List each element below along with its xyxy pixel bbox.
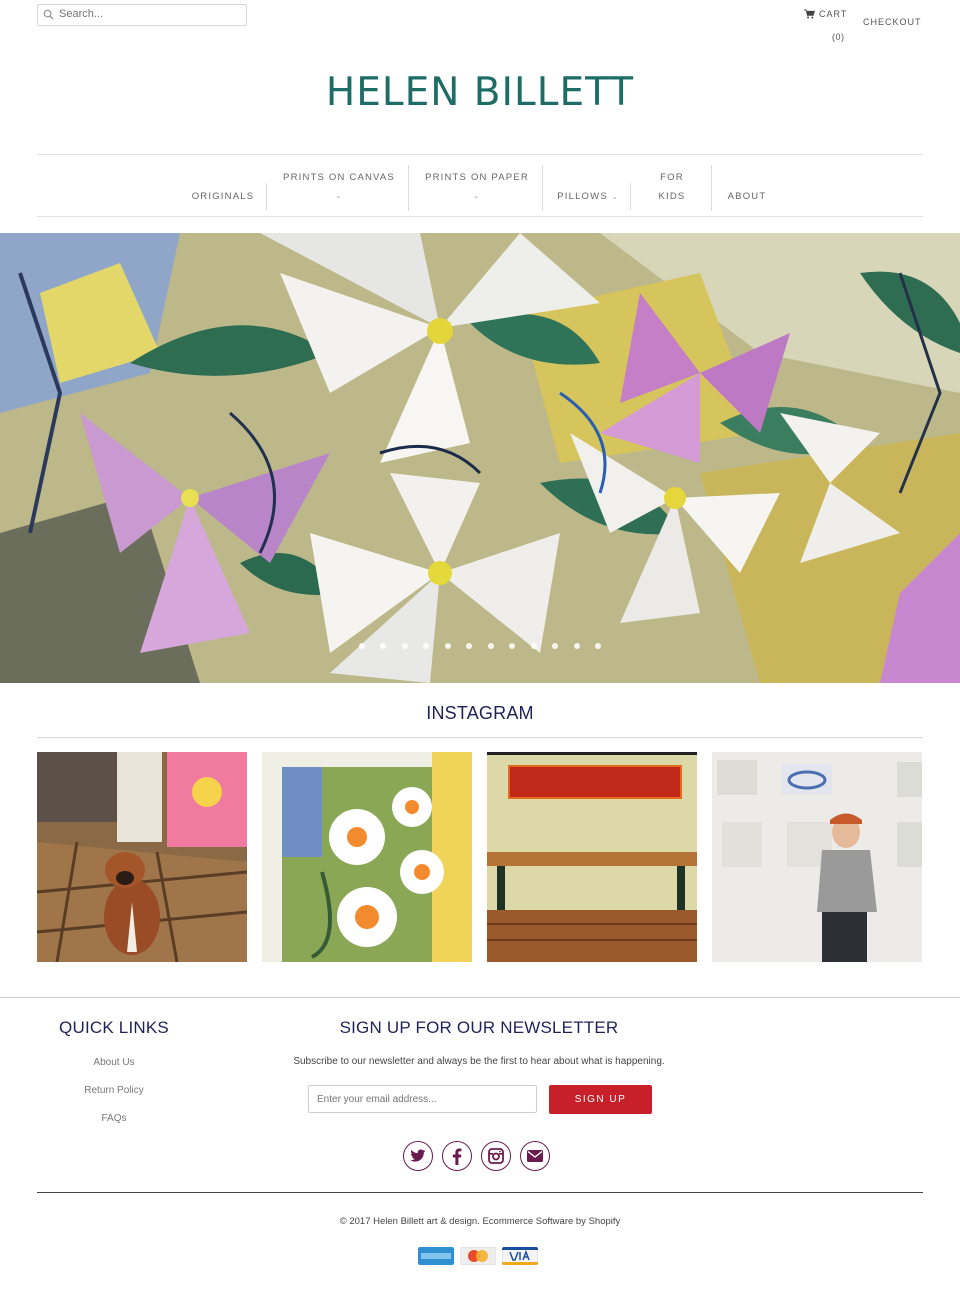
- dog-image: [37, 752, 247, 962]
- slide-dot[interactable]: [552, 643, 559, 649]
- nav-divider: [711, 165, 712, 211]
- instagram-link[interactable]: [481, 1141, 511, 1171]
- nav-divider: [630, 183, 631, 210]
- newsletter-email-input[interactable]: [308, 1085, 537, 1113]
- slide-dot[interactable]: [380, 643, 387, 649]
- instagram-divider: [37, 737, 923, 738]
- slide-dot[interactable]: [358, 643, 365, 649]
- american-express-icon: [418, 1247, 454, 1265]
- cart-count[interactable]: (0): [832, 32, 845, 42]
- cart-label: CART: [819, 9, 848, 19]
- search-icon: [43, 9, 54, 20]
- shopify-link[interactable]: Ecommerce Software by Shopify: [482, 1216, 620, 1227]
- nav-divider: [542, 165, 543, 211]
- instagram-icon: [488, 1148, 504, 1164]
- nav-prints-on-canvas-label: PRINTS ON CANVAS: [283, 172, 395, 183]
- slide-dot[interactable]: [444, 643, 451, 649]
- nav-originals[interactable]: ORIGINALS: [180, 187, 266, 206]
- nav-prints-on-paper-label: PRINTS ON PAPER: [425, 172, 529, 183]
- nav-prints-on-paper[interactable]: PRINTS ON PAPER ⌄: [412, 168, 542, 206]
- checkout-link[interactable]: CHECKOUT: [863, 17, 922, 27]
- nav-bottom-divider: [37, 216, 923, 217]
- footer-divider: [0, 997, 960, 998]
- nav-for-kids-line2: KIDS: [658, 191, 686, 202]
- email-link[interactable]: [520, 1141, 550, 1171]
- quick-links-title: QUICK LINKS: [59, 1018, 169, 1037]
- chevron-down-icon: ⌄: [473, 193, 481, 200]
- quick-link-faqs[interactable]: FAQs: [37, 1113, 191, 1124]
- slide-dot[interactable]: [423, 643, 430, 649]
- newsletter-title: SIGN UP FOR OUR NEWSLETTER: [339, 1018, 619, 1037]
- instagram-photo-dog[interactable]: [37, 752, 247, 962]
- nav-divider: [408, 165, 409, 211]
- boy-gallery-image: [712, 752, 922, 962]
- slide-dot[interactable]: [466, 643, 473, 649]
- search-input[interactable]: [59, 6, 239, 22]
- nav-for-kids-line1: FOR: [660, 172, 684, 183]
- newsletter-description: Subscribe to our newsletter and always b…: [293, 1056, 665, 1067]
- nav-prints-on-canvas[interactable]: PRINTS ON CANVAS ⌄: [270, 168, 408, 206]
- hero-slideshow[interactable]: [0, 233, 960, 683]
- mastercard-icon: [460, 1247, 496, 1265]
- site-logo[interactable]: HELEN BILLETT: [0, 70, 960, 115]
- nav-pillows-label: PILLOWS: [557, 191, 608, 202]
- facebook-link[interactable]: [442, 1141, 472, 1171]
- search-box[interactable]: [37, 4, 247, 26]
- visa-icon: [502, 1247, 538, 1265]
- slide-dot[interactable]: [595, 643, 602, 649]
- daisy-painting-image: [262, 752, 472, 962]
- copyright-line: © 2017 Helen Billett art & design. Ecomm…: [0, 1216, 960, 1227]
- quick-link-return-policy[interactable]: Return Policy: [37, 1085, 191, 1096]
- chevron-down-icon: ⌄: [335, 193, 343, 200]
- twitter-link[interactable]: [403, 1141, 433, 1171]
- slide-dot[interactable]: [530, 643, 537, 649]
- facebook-icon: [452, 1147, 462, 1165]
- slide-dot[interactable]: [401, 643, 408, 649]
- nav-top-divider: [37, 154, 923, 155]
- slide-dot[interactable]: [509, 643, 516, 649]
- cart-icon: [804, 9, 815, 19]
- quick-link-about[interactable]: About Us: [37, 1057, 191, 1068]
- cart-link[interactable]: CART: [804, 9, 847, 19]
- copyright-link[interactable]: © 2017 Helen Billett art & design.: [340, 1216, 480, 1227]
- copyright-divider: [37, 1192, 923, 1193]
- bench-image: [487, 752, 697, 962]
- nav-divider: [266, 183, 267, 210]
- envelope-icon: [527, 1150, 543, 1162]
- slide-dot[interactable]: [487, 643, 494, 649]
- hero-flower-painting: [0, 233, 960, 683]
- nav-about[interactable]: ABOUT: [714, 187, 780, 206]
- slideshow-pagination: [0, 643, 960, 649]
- nav-for-kids[interactable]: FOR KIDS: [634, 168, 710, 206]
- instagram-title: INSTAGRAM: [426, 703, 534, 723]
- slide-dot[interactable]: [573, 643, 580, 649]
- twitter-icon: [410, 1149, 426, 1162]
- signup-button[interactable]: SIGN UP: [549, 1085, 652, 1114]
- instagram-photo-boy[interactable]: [712, 752, 922, 962]
- nav-pillows[interactable]: PILLOWS ⌄: [546, 187, 630, 207]
- chevron-down-icon: ⌄: [611, 194, 619, 201]
- instagram-photo-bench[interactable]: [487, 752, 697, 962]
- instagram-photo-daisies[interactable]: [262, 752, 472, 962]
